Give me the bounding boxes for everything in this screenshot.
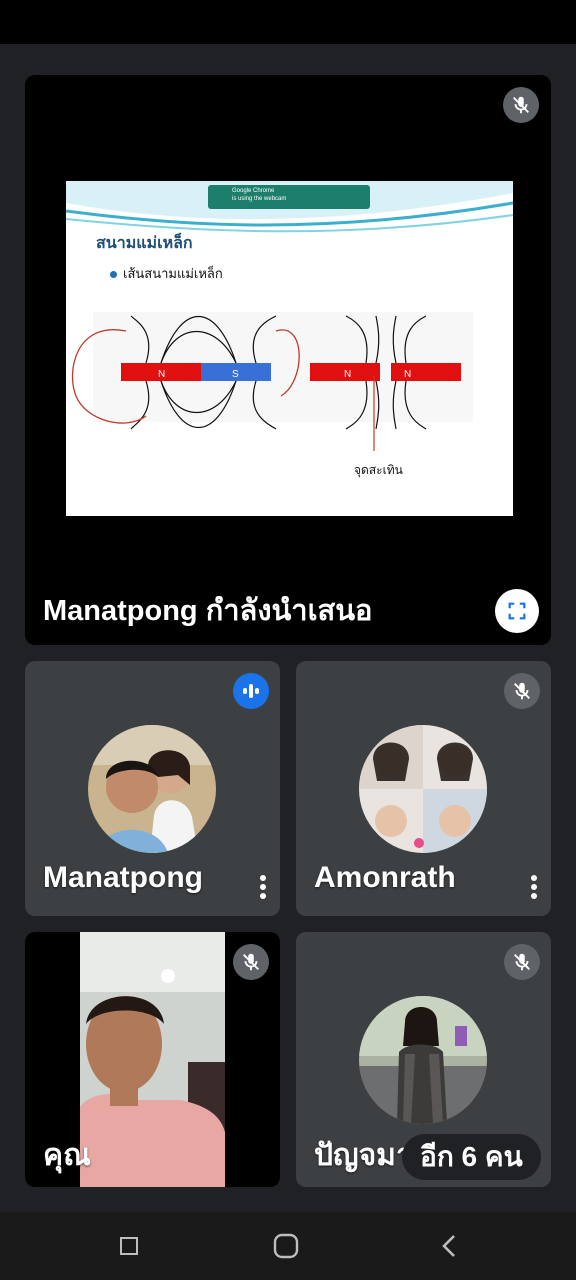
participant-name: คุณ (43, 1139, 91, 1172)
svg-text:S: S (232, 369, 239, 380)
status-bar (0, 0, 576, 44)
system-navigation-bar (0, 1212, 576, 1280)
participant-tile-panjama[interactable]: ปัญจมา อีก 6 คน (296, 932, 551, 1187)
svg-text:N: N (344, 369, 351, 380)
shared-slide: N S N N สนามแม่เหล็ก เส้นสนามแม่เหล็ก จุ… (66, 181, 513, 516)
presentation-tile[interactable]: N S N N สนามแม่เหล็ก เส้นสนามแม่เหล็ก จุ… (25, 75, 551, 645)
mic-off-icon (503, 87, 539, 123)
participant-tile-amonrath[interactable]: Amonrath (296, 661, 551, 916)
speaking-indicator-icon (233, 673, 269, 709)
bullet-dot-icon (110, 271, 117, 278)
avatar (88, 725, 216, 853)
home-button[interactable] (272, 1232, 300, 1260)
slide-title: สนามแม่เหล็ก (96, 235, 193, 252)
slide-annotation: จุดสะเทิน (354, 463, 403, 477)
participant-name: Manatpong (43, 861, 203, 894)
chrome-notification: Google Chrome is using the webcam (208, 185, 370, 209)
slide-bullet: เส้นสนามแม่เหล็ก (110, 263, 223, 284)
participant-name: ปัญจมา (314, 1139, 413, 1172)
self-video (80, 932, 225, 1187)
participant-tile-self[interactable]: คุณ (25, 932, 280, 1187)
fullscreen-button[interactable] (495, 589, 539, 633)
back-icon (442, 1235, 455, 1257)
svg-text:N: N (404, 369, 411, 380)
more-options-icon[interactable] (530, 875, 538, 903)
avatar (359, 725, 487, 853)
presenter-caption: Manatpong กำลังนำเสนอ (43, 595, 373, 627)
mic-off-icon (504, 673, 540, 709)
recents-button[interactable] (115, 1232, 143, 1260)
avatar (359, 996, 487, 1124)
participant-tile-manatpong[interactable]: Manatpong (25, 661, 280, 916)
home-icon (273, 1233, 299, 1259)
mic-off-icon (233, 944, 269, 980)
slide-bullet-text: เส้นสนามแม่เหล็ก (123, 266, 223, 281)
more-options-icon[interactable] (259, 875, 267, 903)
notification-app: Google Chrome (232, 188, 275, 194)
participant-name: Amonrath (314, 861, 456, 894)
more-participants-button[interactable]: อีก 6 คน (402, 1134, 541, 1180)
notification-text: is using the webcam (232, 196, 287, 202)
svg-text:N: N (158, 369, 165, 380)
back-button[interactable] (436, 1232, 464, 1260)
recents-icon (120, 1237, 138, 1255)
mic-off-icon (504, 944, 540, 980)
fullscreen-icon (508, 602, 526, 620)
